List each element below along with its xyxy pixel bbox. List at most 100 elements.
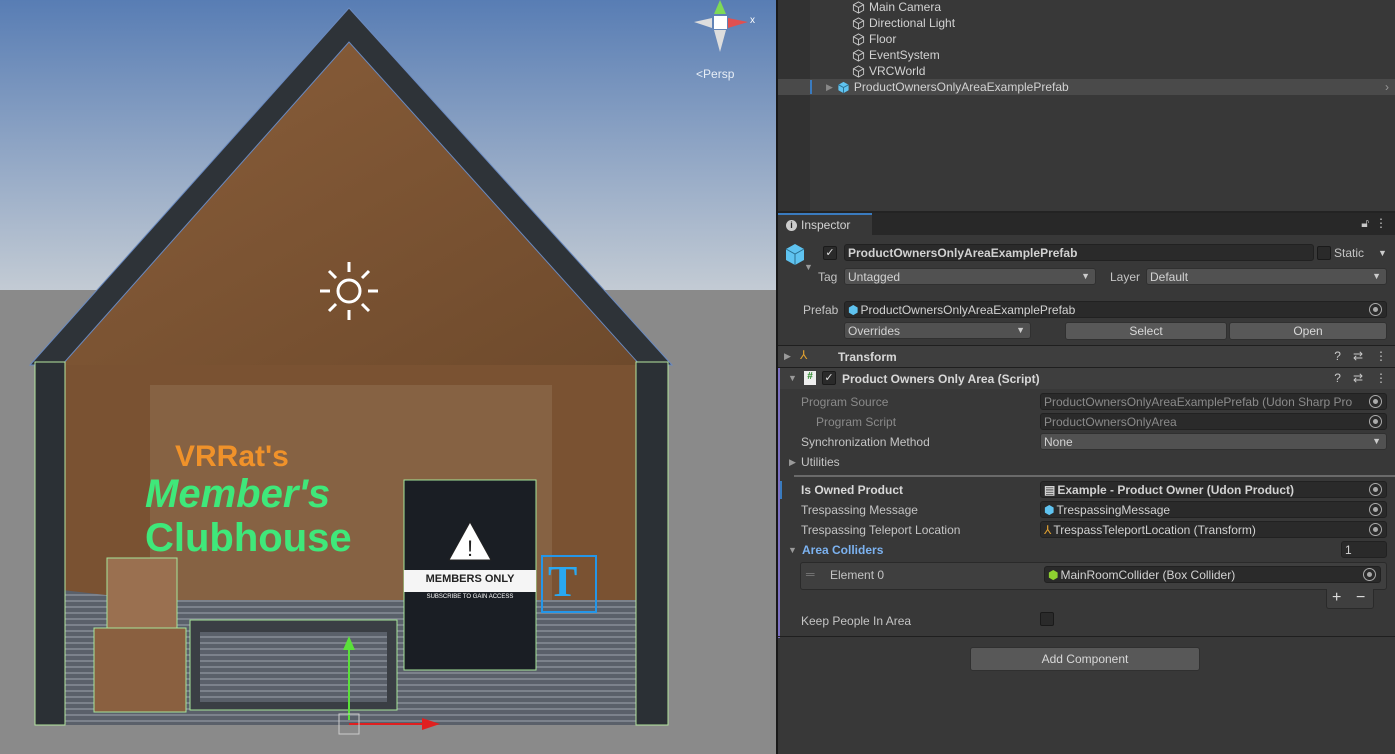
- gameobject-icon: [852, 64, 865, 78]
- gameobject-icon: [852, 32, 865, 46]
- utilities-foldout[interactable]: Utilities: [801, 455, 840, 469]
- area-colliders-foldout[interactable]: Area Colliders: [802, 543, 883, 557]
- sync-method-label: Synchronization Method: [801, 435, 930, 449]
- info-icon: i: [786, 219, 797, 231]
- sign-title-2: Member's: [145, 472, 331, 516]
- hierarchy-item[interactable]: Main Camera: [778, 0, 1395, 15]
- object-picker-icon[interactable]: [1363, 568, 1376, 581]
- icon-dropdown-icon[interactable]: ▼: [804, 262, 813, 272]
- select-button[interactable]: Select: [1065, 322, 1227, 340]
- open-prefab-arrow-icon[interactable]: ›: [1385, 80, 1389, 94]
- hierarchy-item-selected[interactable]: ▶ ProductOwnersOnlyAreaExamplePrefab ›: [778, 79, 1395, 95]
- more-menu-icon[interactable]: ⋮: [1375, 349, 1387, 363]
- item-label: EventSystem: [869, 48, 940, 62]
- preset-icon[interactable]: ⇄: [1353, 371, 1363, 385]
- trespassing-message-field[interactable]: ⬢ TrespassingMessage: [1040, 501, 1387, 518]
- chevron-down-icon: ▼: [1016, 325, 1025, 335]
- item-label: ProductOwnersOnlyAreaExamplePrefab: [853, 80, 1069, 94]
- object-picker-icon[interactable]: [1369, 483, 1382, 496]
- expand-arrow-icon[interactable]: ▶: [789, 457, 796, 468]
- static-dropdown-icon[interactable]: ▼: [1378, 248, 1387, 258]
- trespassing-message-label: Trespassing Message: [801, 503, 918, 517]
- script-enabled-checkbox[interactable]: ✓: [822, 371, 836, 385]
- object-picker-icon: [1369, 415, 1382, 428]
- remove-element-button[interactable]: −: [1356, 589, 1365, 607]
- transform-icon: ⅄: [800, 348, 808, 362]
- separator: [794, 475, 1395, 477]
- tab-inspector[interactable]: i Inspector: [778, 213, 872, 235]
- box-collider-icon: ⬢: [1048, 567, 1059, 582]
- hierarchy-item[interactable]: Floor: [778, 31, 1395, 47]
- script-header[interactable]: ▼ # ✓ Product Owners Only Area (Script) …: [778, 367, 1395, 638]
- svg-text:!: !: [467, 536, 473, 561]
- drag-handle-icon[interactable]: ═: [806, 567, 815, 581]
- prefab-icon: ⬢: [848, 302, 859, 317]
- expand-arrow-icon: ▶: [784, 351, 791, 361]
- add-component-button[interactable]: Add Component: [970, 647, 1200, 671]
- tab-label: Inspector: [801, 218, 851, 232]
- active-checkbox[interactable]: ✓: [823, 246, 837, 260]
- prefab-icon: ⬢: [1044, 502, 1055, 517]
- members-only-sign: MEMBERS ONLY: [425, 573, 515, 585]
- persp-label[interactable]: <Persp: [696, 67, 734, 81]
- hierarchy-panel: Main Camera Directional Light Floor Even…: [778, 0, 1395, 211]
- members-only-sub: SUBSCRIBE TO GAIN ACCESS: [426, 594, 514, 600]
- collapse-arrow-icon: ▼: [788, 373, 797, 383]
- element-0-value[interactable]: MainRoomCollider (Box Collider): [1060, 568, 1235, 582]
- object-name-input[interactable]: ProductOwnersOnlyAreaExamplePrefab: [844, 244, 1314, 261]
- program-script-field: ProductOwnersOnlyArea: [1040, 413, 1387, 430]
- right-pillar: [635, 361, 669, 726]
- is-owned-product-label: Is Owned Product: [801, 483, 904, 497]
- overrides-value: Overrides: [848, 323, 901, 338]
- object-picker-icon[interactable]: [1369, 503, 1382, 516]
- prefab-value: ProductOwnersOnlyAreaExamplePrefab: [860, 302, 1076, 317]
- script-icon: #: [804, 371, 816, 385]
- object-picker-icon[interactable]: [1369, 523, 1382, 536]
- layer-dropdown[interactable]: Default ▼: [1146, 268, 1387, 285]
- element-0-field[interactable]: ⬢ MainRoomCollider (Box Collider): [1044, 566, 1381, 583]
- transform-icon: ⅄: [1044, 522, 1052, 537]
- transform-header[interactable]: ▶ ⅄ Transform ? ⇄ ⋮: [778, 345, 1395, 367]
- collapse-arrow-icon[interactable]: ▼: [788, 545, 797, 555]
- gizmo-x-label: x: [750, 15, 755, 26]
- preset-icon[interactable]: ⇄: [1353, 349, 1363, 363]
- help-icon[interactable]: ?: [1334, 371, 1341, 385]
- array-size-value: 1: [1345, 542, 1352, 557]
- hierarchy-item[interactable]: EventSystem: [778, 47, 1395, 63]
- prefab-label: Prefab: [803, 303, 839, 317]
- more-menu-icon[interactable]: ⋮: [1375, 216, 1387, 230]
- array-size-input[interactable]: 1: [1341, 541, 1387, 558]
- component-title: Transform: [838, 350, 897, 364]
- gameobject-icon: [852, 0, 865, 14]
- program-script-value: ProductOwnersOnlyArea: [1044, 414, 1177, 429]
- sync-method-dropdown[interactable]: None ▼: [1040, 433, 1387, 450]
- more-menu-icon[interactable]: ⋮: [1375, 371, 1387, 385]
- static-checkbox[interactable]: [1317, 246, 1331, 260]
- open-button[interactable]: Open: [1229, 322, 1387, 340]
- layer-label: Layer: [1110, 270, 1141, 284]
- static-label: Static: [1334, 246, 1365, 260]
- is-owned-product-field[interactable]: ▤ Example - Product Owner (Udon Product): [1040, 481, 1387, 498]
- is-owned-product-value: Example - Product Owner (Udon Product): [1057, 482, 1295, 497]
- keep-people-checkbox[interactable]: [1040, 612, 1054, 626]
- scene-view[interactable]: ! x <Persp VRRat's Member's Clubhouse ME…: [0, 0, 776, 754]
- gameobject-icon: [852, 16, 865, 30]
- lock-icon[interactable]: 🔓︎: [1361, 216, 1369, 231]
- hierarchy-item[interactable]: VRCWorld: [778, 63, 1395, 79]
- expand-arrow-icon[interactable]: ▶: [826, 82, 833, 93]
- teleport-location-field[interactable]: ⅄ TrespassTeleportLocation (Transform): [1040, 521, 1387, 538]
- tag-dropdown[interactable]: Untagged ▼: [844, 268, 1096, 285]
- hierarchy-item[interactable]: Directional Light: [778, 15, 1395, 31]
- object-picker-icon[interactable]: [1369, 303, 1382, 316]
- program-source-value: ProductOwnersOnlyAreaExamplePrefab (Udon…: [1044, 394, 1353, 409]
- scene-render: !: [0, 0, 776, 754]
- add-element-button[interactable]: +: [1332, 589, 1341, 607]
- program-source-label: Program Source: [801, 395, 889, 409]
- inspector-panel: i Inspector 🔓︎ ⋮ ▼ ✓ ProductOwnersOnlyAre…: [778, 211, 1395, 754]
- tag-value: Untagged: [848, 269, 901, 284]
- help-icon[interactable]: ?: [1334, 349, 1341, 363]
- overrides-dropdown[interactable]: Overrides ▼: [844, 322, 1031, 339]
- sign-title-1: VRRat's: [175, 440, 289, 473]
- prefab-field[interactable]: ⬢ ProductOwnersOnlyAreaExamplePrefab: [844, 301, 1387, 318]
- tag-label: Tag: [818, 270, 838, 284]
